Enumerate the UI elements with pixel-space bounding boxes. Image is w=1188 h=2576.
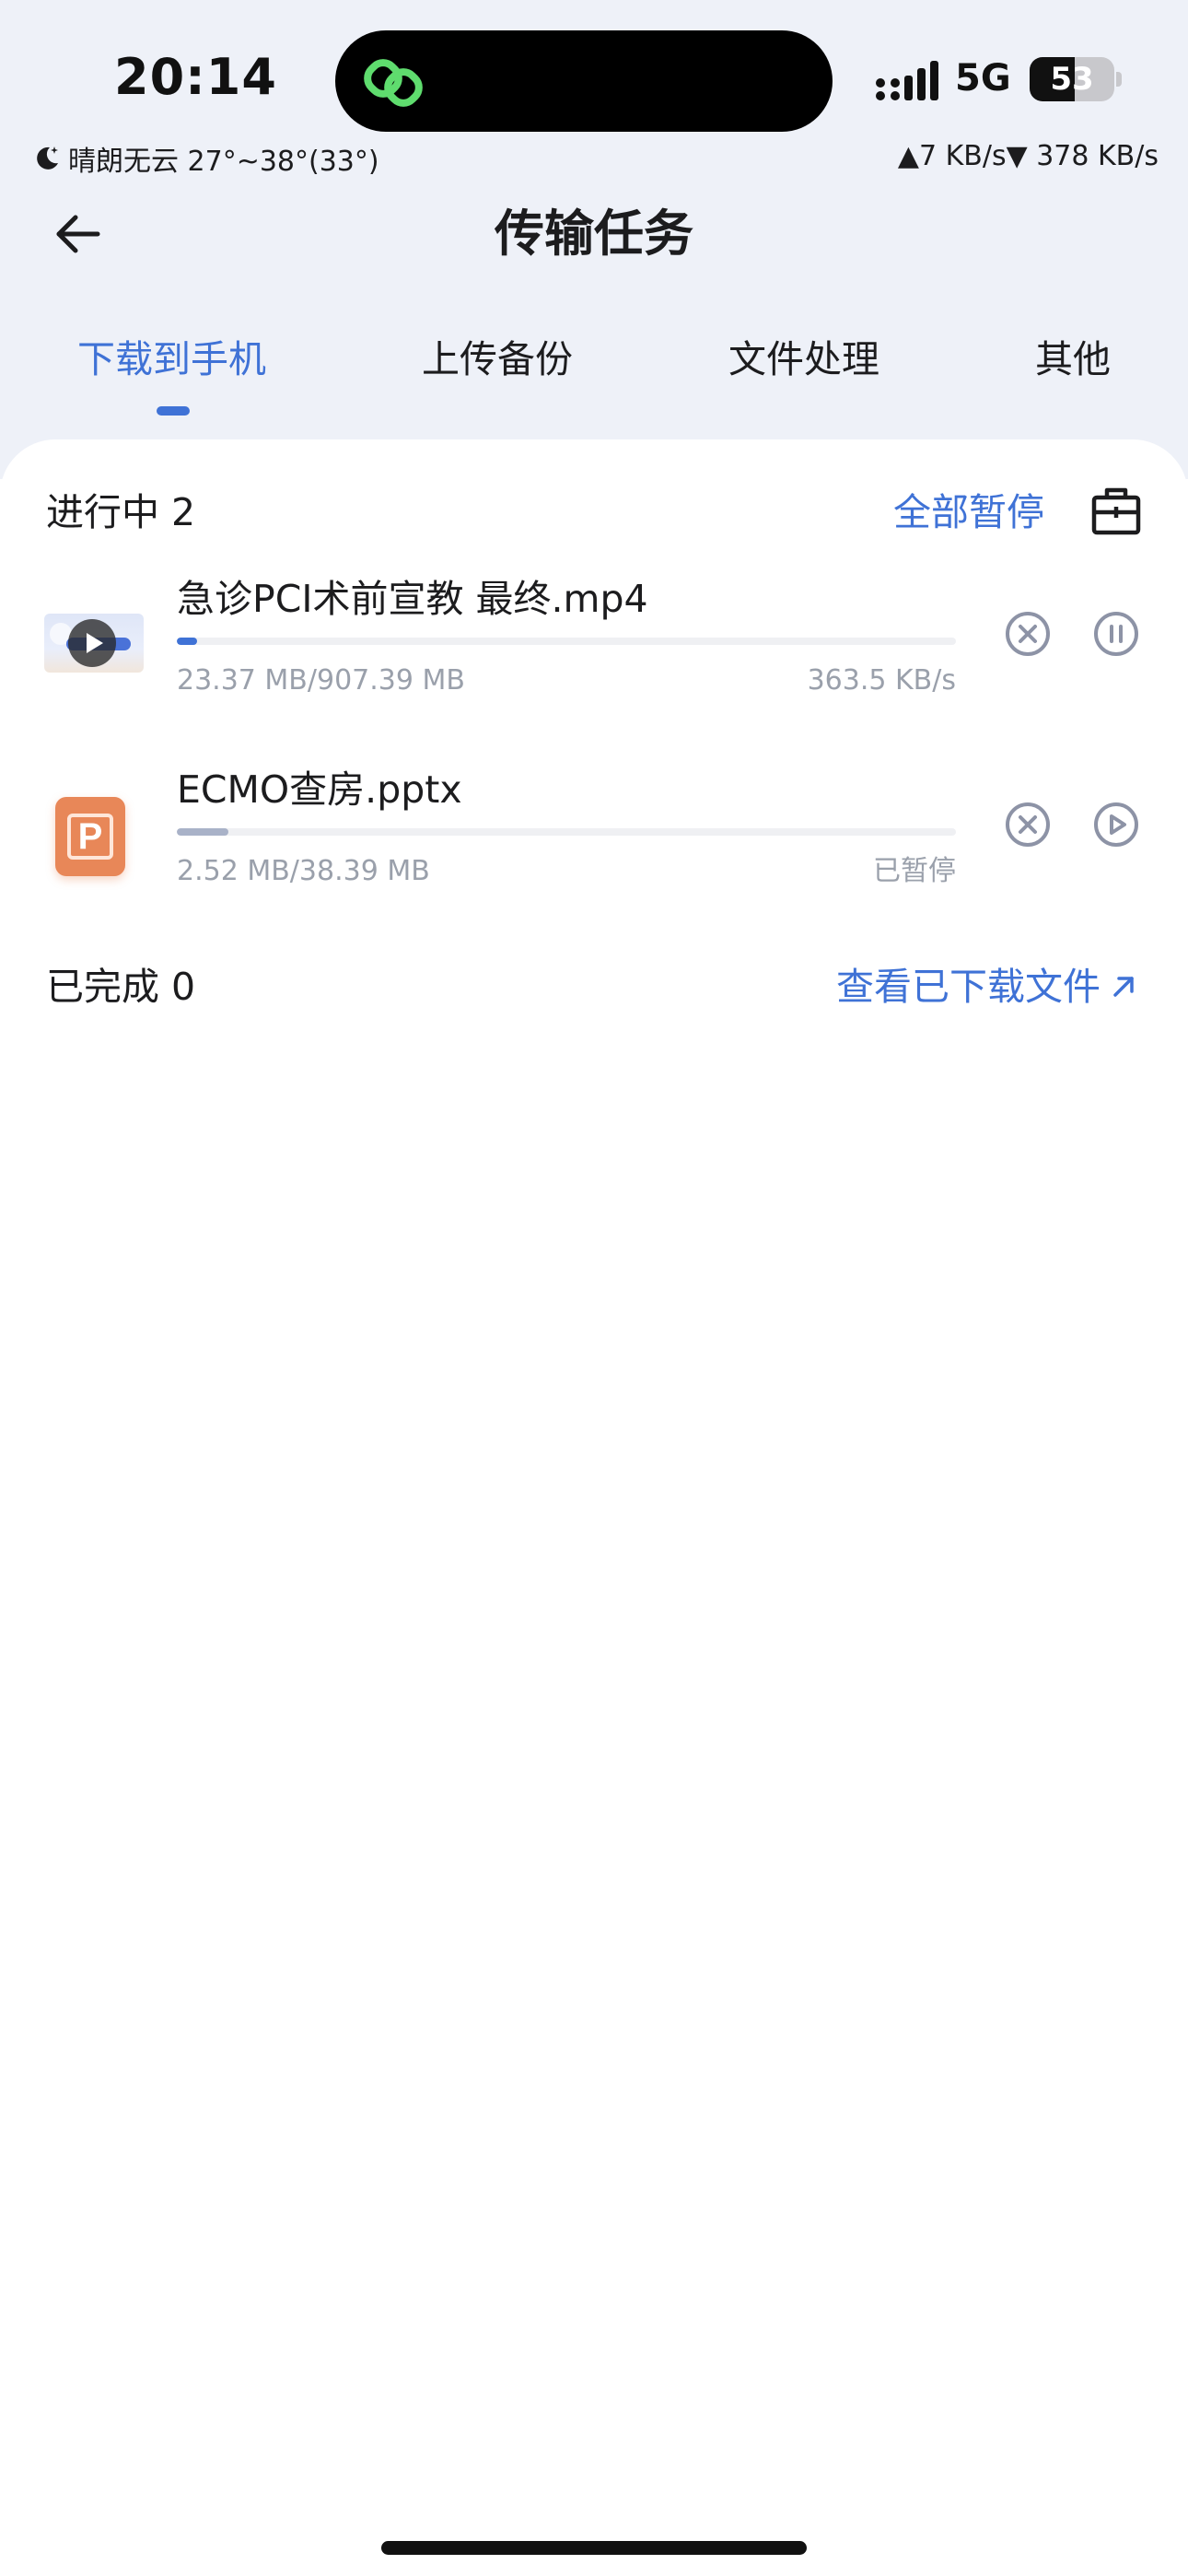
progress-bar [177, 638, 956, 645]
dynamic-island [335, 30, 833, 132]
arrow-up-right-icon [1113, 977, 1134, 997]
arrow-left-icon [56, 215, 100, 253]
task-speed: 363.5 KB/s [807, 664, 956, 697]
resume-icon[interactable] [1092, 801, 1140, 849]
network-speed: ▲7 KB/s▼ 378 KB/s [897, 140, 1159, 172]
task-size: 23.37 MB/907.39 MB [177, 664, 465, 697]
cancel-icon[interactable] [1004, 610, 1052, 658]
progress-fill [177, 828, 228, 836]
status-time: 20:14 [114, 48, 277, 106]
completed-title: 已完成 0 [46, 965, 196, 1009]
tab-other[interactable]: 其他 [1035, 332, 1111, 387]
toolbox-icon [1091, 487, 1141, 535]
home-indicator[interactable] [381, 2541, 807, 2555]
task-file-name: 急诊PCI术前宣教 最终.mp4 [177, 577, 648, 621]
back-button[interactable] [44, 201, 111, 267]
toolbox-button[interactable] [1089, 483, 1144, 538]
weather-text: 晴朗无云 27°~38°(33°) [68, 146, 379, 178]
link-icon [364, 59, 423, 107]
view-downloaded-link[interactable]: 查看已下载文件 [836, 959, 1137, 1014]
cancel-icon[interactable] [1004, 801, 1052, 849]
ppt-file-icon: P [55, 797, 125, 876]
pause-all-button[interactable]: 全部暂停 [893, 485, 1044, 540]
progress-fill [177, 638, 197, 645]
video-thumbnail [44, 614, 144, 673]
task-status: 已暂停 [873, 855, 956, 887]
tab-upload-backup[interactable]: 上传备份 [422, 332, 573, 387]
tab-file-processing[interactable]: 文件处理 [728, 332, 879, 387]
tab-indicator [157, 406, 190, 416]
transfer-list-card [0, 439, 1188, 2576]
task-size: 2.52 MB/38.39 MB [177, 855, 430, 887]
battery-icon: 53 [1030, 57, 1114, 101]
weather-info: 晴朗无云 27°~38°(33°) [31, 140, 379, 178]
progress-bar [177, 828, 956, 836]
pause-icon[interactable] [1092, 610, 1140, 658]
battery-level: 53 [1050, 61, 1094, 98]
moon-icon [37, 146, 58, 170]
task-row[interactable]: 急诊PCI术前宣教 最终.mp4 23.37 MB/907.39 MB 363.… [0, 571, 1188, 737]
tab-download-to-phone[interactable]: 下载到手机 [77, 332, 266, 387]
network-type: 5G [955, 57, 1011, 100]
cellular-signal-icon [876, 61, 938, 100]
in-progress-title: 进行中 2 [46, 490, 196, 534]
play-icon [68, 619, 116, 667]
view-downloaded-label: 查看已下载文件 [836, 965, 1101, 1009]
task-row[interactable]: P ECMO查房.pptx 2.52 MB/38.39 MB 已暂停 [0, 762, 1188, 928]
task-file-name: ECMO查房.pptx [177, 767, 462, 812]
battery-cap [1116, 72, 1122, 87]
